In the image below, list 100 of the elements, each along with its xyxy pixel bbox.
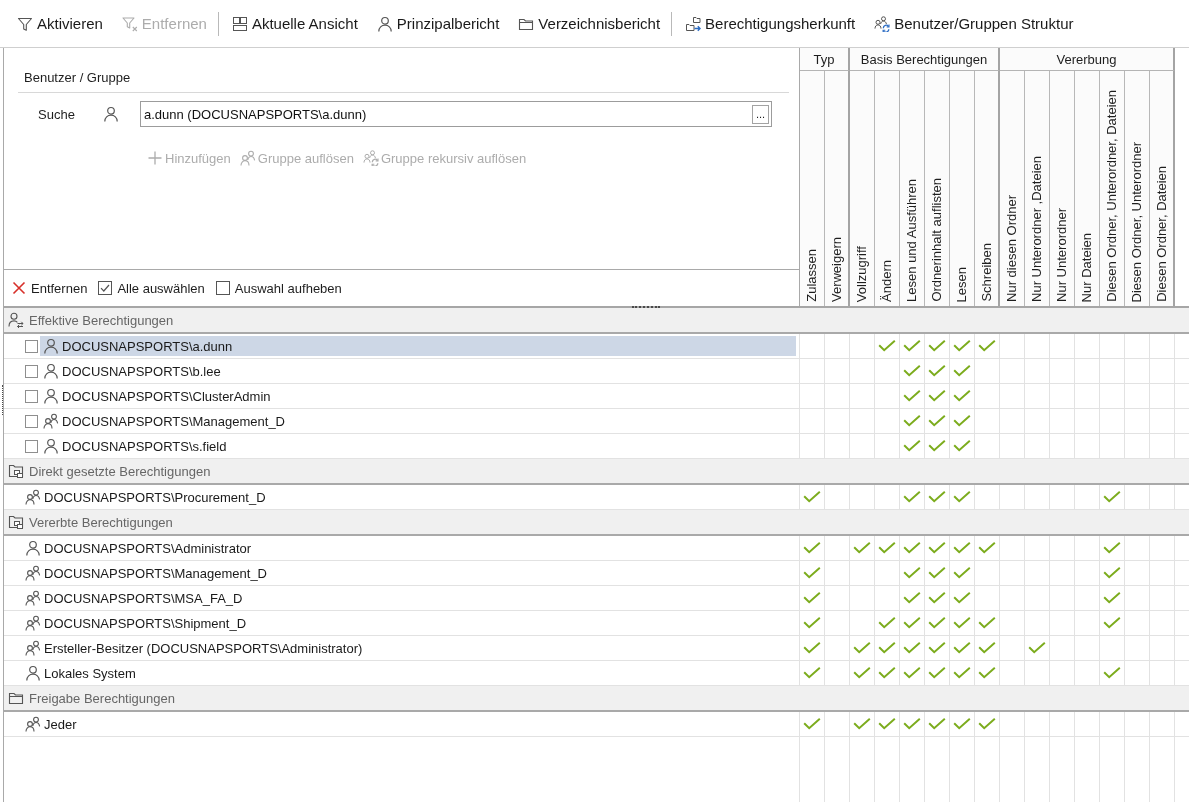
section-title: Effektive Berechtigungen xyxy=(29,312,174,328)
list-action-button[interactable]: Auswahl aufheben xyxy=(212,277,344,299)
principal-item[interactable]: DOCUSNAPSPORTS\MSA_FA_D xyxy=(22,588,796,608)
principal-item[interactable]: DOCUSNAPSPORTS\Procurement_D xyxy=(22,487,796,507)
checkmark-icon xyxy=(928,567,946,579)
user-icon xyxy=(43,338,59,354)
user-icon xyxy=(43,363,59,379)
checkmark-icon xyxy=(803,592,821,604)
checkmark-icon xyxy=(1103,491,1121,503)
checkmark-icon xyxy=(978,542,996,554)
group-icon xyxy=(43,413,59,429)
principal-item[interactable]: DOCUSNAPSPORTS\b.lee xyxy=(40,361,796,381)
checkmark-icon xyxy=(903,340,921,352)
column-header: Diesen Ordner, Dateien xyxy=(1153,166,1170,302)
checkmark-icon xyxy=(928,415,946,427)
toolbar-button[interactable]: Aktivieren xyxy=(11,8,109,39)
principal-item[interactable]: Lokales System xyxy=(22,663,796,683)
cross-icon xyxy=(11,280,27,296)
checkmark-icon xyxy=(903,440,921,452)
row-checkbox[interactable] xyxy=(25,439,38,453)
checkmark-icon xyxy=(928,340,946,352)
toolbar-button[interactable]: Benutzer/Gruppen Struktur xyxy=(868,8,1080,39)
checkmark-icon xyxy=(878,718,896,730)
principal-item[interactable]: DOCUSNAPSPORTS\a.dunn xyxy=(40,336,796,356)
filter-remove-icon xyxy=(121,15,138,32)
checkmark-icon xyxy=(928,440,946,452)
checkmark-icon xyxy=(803,491,821,503)
filter-icon xyxy=(17,15,33,32)
column-header: Lesen xyxy=(954,266,970,302)
principal-item[interactable]: DOCUSNAPSPORTS\s.field xyxy=(40,436,796,456)
folder-share-icon xyxy=(8,514,24,530)
checkmark-icon xyxy=(1103,567,1121,579)
browse-button[interactable]: ... xyxy=(752,104,769,124)
column-header: Nur diesen Ordner xyxy=(1004,195,1020,302)
principal-item[interactable]: Jeder xyxy=(22,714,796,734)
checkmark-icon xyxy=(928,642,946,654)
folder-share-icon xyxy=(8,463,24,479)
checkmark-icon xyxy=(1103,542,1121,554)
checkmark-icon xyxy=(903,667,921,679)
checkmark-icon xyxy=(953,390,971,402)
checkmark-icon xyxy=(1103,592,1121,604)
checkmark-icon xyxy=(853,642,871,654)
principal-item[interactable]: DOCUSNAPSPORTS\ClusterAdmin xyxy=(40,386,796,406)
empty-box-icon xyxy=(214,280,231,296)
checkmark-icon xyxy=(1103,617,1121,629)
user-icon xyxy=(25,665,41,681)
checkmark-icon xyxy=(903,415,921,427)
group-icon xyxy=(239,150,256,166)
principal-item[interactable]: DOCUSNAPSPORTS\Management_D xyxy=(22,563,796,583)
principal-item[interactable]: DOCUSNAPSPORTS\Management_D xyxy=(40,411,796,431)
checkmark-icon xyxy=(903,567,921,579)
toolbar-button[interactable]: Aktuelle Ansicht xyxy=(225,8,364,39)
toolbar-button[interactable]: Berechtigungsherkunft xyxy=(679,8,862,39)
plus-icon xyxy=(147,150,163,166)
checkmark-icon xyxy=(853,667,871,679)
column-header: Nur Dateien xyxy=(1079,232,1095,302)
column-header: Nur Unterordner ,Dateien xyxy=(1029,156,1045,302)
users-refresh-icon xyxy=(874,15,891,32)
checkmark-icon xyxy=(1103,667,1121,679)
checkmark-icon xyxy=(978,667,996,679)
row-checkbox[interactable] xyxy=(25,339,38,353)
search-field[interactable]: a.dunn (DOCUSNAPSPORTS\a.dunn) ... xyxy=(140,101,772,127)
checkmark-icon xyxy=(928,542,946,554)
user-arrows-icon xyxy=(8,312,24,328)
column-header: Diesen Ordner, Unterordner, Dateien xyxy=(1104,90,1120,302)
checkmark-icon xyxy=(903,542,921,554)
checkmark-icon xyxy=(853,542,871,554)
checkmark-icon xyxy=(953,718,971,730)
list-action-button[interactable]: Entfernen xyxy=(9,277,90,299)
layout-icon xyxy=(231,15,248,32)
list-action-button[interactable]: Alle auswählen xyxy=(95,277,207,299)
checkmark-icon xyxy=(953,617,971,629)
checkmark-icon xyxy=(903,365,921,377)
toolbar-button[interactable]: Prinzipalbericht xyxy=(370,8,506,39)
column-header: Schreiben xyxy=(978,243,995,302)
toolbar-button[interactable]: Verzeichnisbericht xyxy=(512,8,667,39)
checkmark-icon xyxy=(953,592,971,604)
checkmark-icon xyxy=(978,340,996,352)
column-header: Zulassen xyxy=(804,249,820,302)
section-title: Freigabe Berechtigungen xyxy=(29,690,175,706)
row-checkbox[interactable] xyxy=(25,389,38,403)
checked-box-icon xyxy=(97,280,114,296)
user-icon xyxy=(25,540,41,556)
checkmark-icon xyxy=(928,667,946,679)
checkmark-icon xyxy=(878,617,896,629)
checkmark-icon xyxy=(903,617,921,629)
row-checkbox[interactable] xyxy=(25,414,38,428)
principal-item[interactable]: Ersteller-Besitzer (DOCUSNAPSPORTS\Administrator) xyxy=(22,638,796,658)
principal-item[interactable]: DOCUSNAPSPORTS\Shipment_D xyxy=(22,613,796,633)
search-label: Suche xyxy=(38,106,76,122)
checkmark-icon xyxy=(878,340,896,352)
checkmark-icon xyxy=(803,567,821,579)
checkmark-icon xyxy=(928,491,946,503)
column-header: Lesen und Ausführen xyxy=(904,179,920,302)
column-header: Vollzugriff xyxy=(854,245,870,302)
checkmark-icon xyxy=(928,617,946,629)
principal-item[interactable]: DOCUSNAPSPORTS\Administrator xyxy=(22,538,796,558)
column-header: Ändern xyxy=(879,260,895,302)
row-checkbox[interactable] xyxy=(25,364,38,378)
user-icon xyxy=(43,438,59,454)
